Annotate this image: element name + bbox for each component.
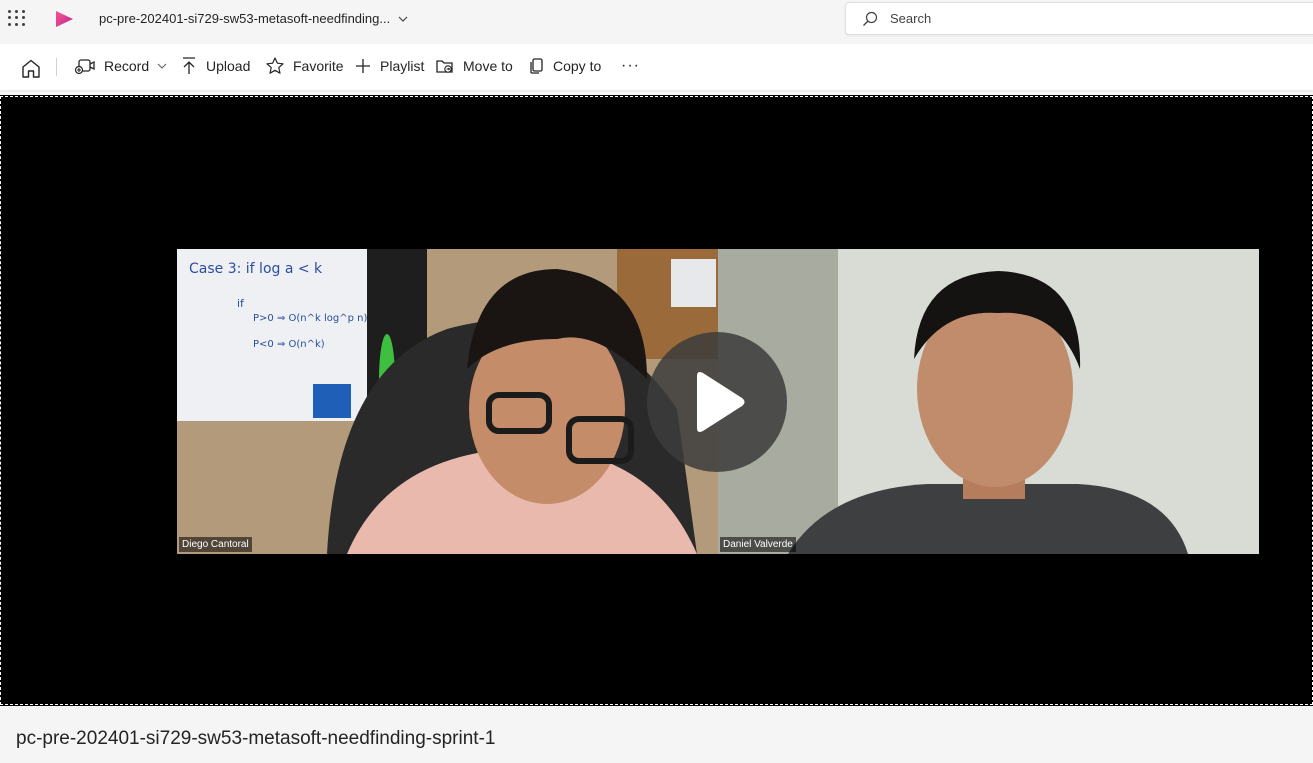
participant-name-1: Diego Cantoral [179,537,252,552]
whiteboard-line-2: if [237,297,245,310]
folder-move-icon [436,60,453,73]
move-to-label: Move to [463,58,513,74]
favorite-label: Favorite [293,58,344,74]
upload-label: Upload [206,58,251,74]
search-box[interactable]: Search [845,2,1313,35]
participant-video-2 [718,249,1259,554]
playlist-button[interactable]: Playlist [350,50,428,82]
command-separator [56,58,57,76]
app-launcher-icon[interactable] [6,8,26,28]
copy-to-label: Copy to [553,58,602,74]
whiteboard-line-3: P>0 ⇒ O(n^k log^p n) [253,313,367,324]
file-title-dropdown[interactable]: pc-pre-202401-si729-sw53-metasoft-needfi… [99,11,408,26]
command-bar: Record Upload Favorite Playlist Move to … [0,44,1313,90]
more-icon: ··· [621,57,640,74]
chevron-down-icon [157,63,167,69]
file-title: pc-pre-202401-si729-sw53-metasoft-needfi… [99,11,391,26]
video-player[interactable]: Case 3: if log a < k if P>0 ⇒ O(n^k log^… [0,95,1313,706]
whiteboard-line-4: P<0 ⇒ O(n^k) [253,339,325,350]
participant-tile-1: Case 3: if log a < k if P>0 ⇒ O(n^k log^… [177,249,718,554]
home-icon [22,59,40,78]
upload-button[interactable]: Upload [176,50,254,82]
favorite-button[interactable]: Favorite [261,50,348,82]
search-icon [863,11,878,26]
search-placeholder: Search [890,11,932,26]
video-title: pc-pre-202401-si729-sw53-metasoft-needfi… [16,728,496,749]
play-button[interactable] [647,332,787,472]
play-icon [697,372,745,432]
copy-icon [530,58,543,74]
home-button[interactable] [16,53,46,85]
stream-logo-icon [53,9,75,34]
upload-icon [183,57,195,74]
record-label: Record [104,58,150,74]
chevron-down-icon [398,16,408,22]
whiteboard-line-1: Case 3: if log a < k [189,261,323,277]
participant-name-2: Daniel Valverde [720,537,796,552]
participant-video-1: Case 3: if log a < k if P>0 ⇒ O(n^k log^… [177,249,718,554]
star-icon [266,57,284,74]
top-bar: pc-pre-202401-si729-sw53-metasoft-needfi… [0,0,1313,40]
record-icon [74,59,95,75]
plus-icon [356,59,370,73]
move-to-button[interactable]: Move to [431,50,517,82]
record-button[interactable]: Record [70,50,171,82]
more-options-button[interactable]: ··· [617,50,644,82]
playlist-label: Playlist [380,58,425,74]
participant-tile-2: Daniel Valverde [718,249,1259,554]
copy-to-button[interactable]: Copy to [525,50,605,82]
